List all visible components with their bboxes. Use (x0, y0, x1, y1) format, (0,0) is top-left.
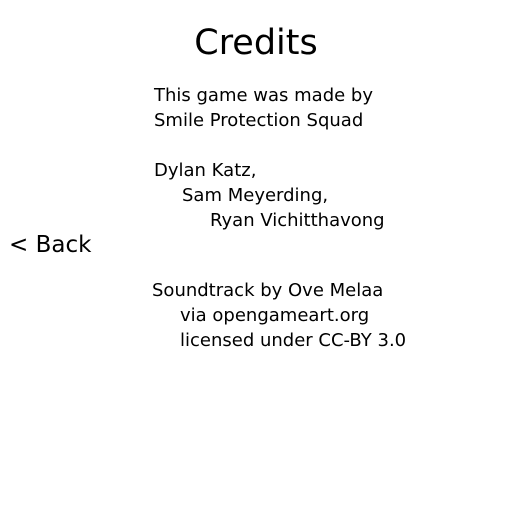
back-button[interactable]: < Back (9, 231, 91, 259)
credits-member-2: Sam Meyerding, (182, 185, 329, 206)
credits-member-1: Dylan Katz, (154, 160, 257, 181)
credits-member-3: Ryan Vichitthavong (210, 210, 385, 231)
credits-intro-line-2: Smile Protection Squad (154, 110, 364, 131)
page-title: Credits (194, 23, 318, 63)
soundtrack-license: licensed under CC-BY 3.0 (180, 330, 407, 351)
soundtrack-source: via opengameart.org (180, 305, 370, 326)
soundtrack-credit: Soundtrack by Ove Melaa (152, 280, 384, 301)
credits-intro-line-1: This game was made by (154, 85, 374, 106)
